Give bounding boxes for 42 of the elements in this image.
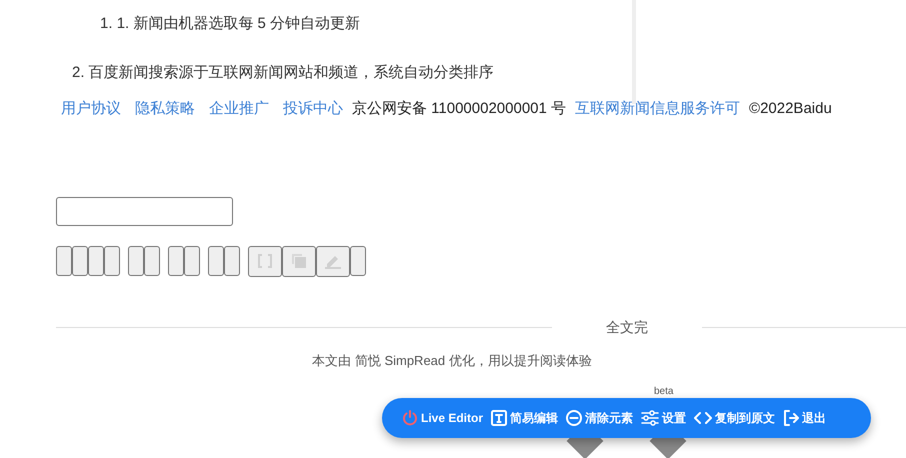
power-icon bbox=[402, 410, 418, 426]
empty-button[interactable] bbox=[128, 246, 144, 276]
empty-button[interactable] bbox=[168, 246, 184, 276]
toolbar-button[interactable] bbox=[282, 246, 316, 276]
text-box-icon bbox=[491, 410, 508, 426]
exit-icon bbox=[783, 410, 800, 426]
minus-circle-icon bbox=[566, 410, 582, 426]
toolbar-action[interactable]: 清除元素 bbox=[566, 409, 634, 427]
empty-button[interactable] bbox=[56, 246, 72, 276]
empty-button[interactable] bbox=[104, 246, 120, 276]
footer-link[interactable]: 隐私策略 bbox=[135, 98, 195, 120]
toolbar-button[interactable] bbox=[248, 246, 282, 276]
beta-text: beta bbox=[654, 386, 674, 397]
empty-button[interactable] bbox=[144, 246, 160, 276]
pen-icon bbox=[324, 253, 342, 269]
credit-text: 本文由 简悦 SimpRead 优化，用以提升阅读体验 bbox=[312, 352, 592, 370]
sliders-icon bbox=[641, 410, 660, 426]
toolbar-action[interactable]: 复制到原文 bbox=[694, 409, 776, 427]
empty-button[interactable] bbox=[224, 246, 240, 276]
empty-button[interactable] bbox=[72, 246, 88, 276]
footer-text: ©2022Baidu bbox=[749, 99, 832, 119]
footer-link[interactable]: 投诉中心 bbox=[283, 98, 343, 120]
empty-button[interactable] bbox=[88, 246, 104, 276]
brackets-icon bbox=[258, 253, 272, 269]
footer-text: 京公网安备 11000002000001 号 bbox=[352, 99, 566, 119]
toolbar-action[interactable]: 退出 bbox=[783, 409, 826, 427]
code-icon bbox=[694, 411, 712, 425]
toolbar-action[interactable]: Live Editor bbox=[402, 409, 484, 427]
empty-button[interactable] bbox=[350, 246, 366, 276]
footer-link[interactable]: 企业推广 bbox=[209, 98, 269, 120]
list-item: 2. 百度新闻搜索源于互联网新闻网站和频道，系统自动分类排序 bbox=[72, 64, 494, 81]
input-field[interactable] bbox=[56, 196, 233, 226]
footer-link[interactable]: 互联网新闻信息服务许可 bbox=[575, 98, 740, 120]
footer-link[interactable]: 用户协议 bbox=[61, 98, 121, 120]
toolbar-action[interactable]: 简易编辑 bbox=[491, 409, 558, 427]
empty-button[interactable] bbox=[208, 246, 224, 276]
toolbar-action[interactable]: 设置 bbox=[641, 409, 686, 427]
empty-button[interactable] bbox=[184, 246, 200, 276]
toolbar-button[interactable] bbox=[316, 246, 350, 276]
copy-icon bbox=[291, 253, 307, 269]
list-item: 1. 1. 新闻由机器选取每 5 分钟自动更新 bbox=[100, 15, 360, 32]
end-label: 全文完 bbox=[605, 318, 649, 337]
